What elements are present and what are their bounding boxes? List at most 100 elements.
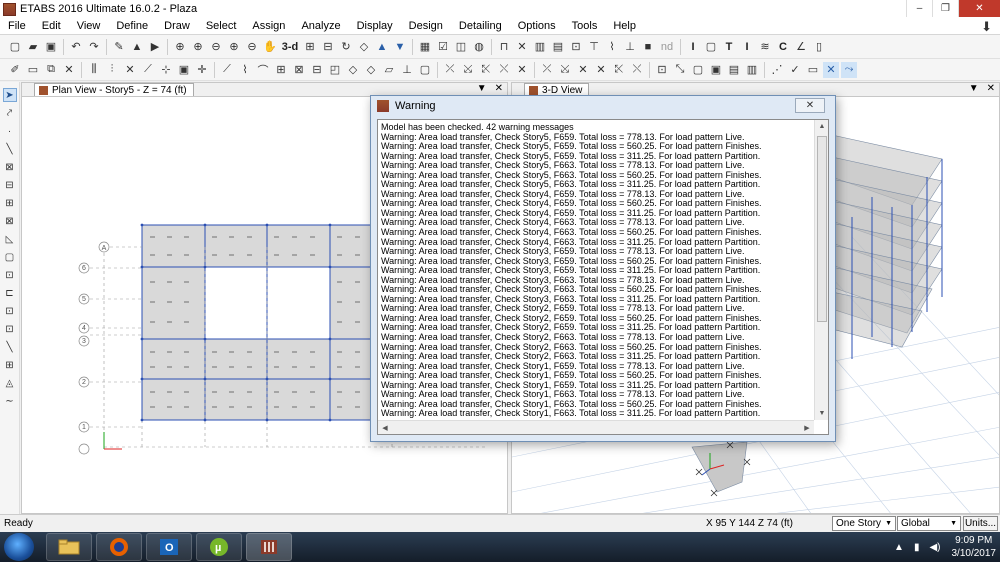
deck-icon[interactable]: ≋ [757,39,773,55]
run-analysis-icon[interactable]: ▶ [147,39,163,55]
menu-detailing[interactable]: Detailing [451,20,510,32]
draw-frame-icon[interactable]: ╲ [3,142,17,156]
warning-message-line[interactable]: Warning: Area load transfer, Check Story… [381,409,812,419]
line-draw-icon[interactable]: ⟋ [219,62,235,78]
warning-message-list[interactable]: Model has been checked. 42 warning messa… [381,123,812,420]
rotate-icon[interactable]: ↻ [338,39,354,55]
file-explorer-taskbar-icon[interactable] [46,533,92,561]
slab-icon[interactable]: ▤ [550,39,566,55]
shape-icon[interactable]: ▢ [417,62,433,78]
move-icon[interactable]: ✛ [194,62,210,78]
cross-snap-icon[interactable]: ⊠ [291,62,307,78]
undo-icon[interactable]: ↶ [68,39,84,55]
show-forces-icon[interactable]: ⤡ [672,62,688,78]
spring-icon[interactable]: ⌇ [604,39,620,55]
assign-load-icon[interactable]: ✕ [514,62,530,78]
select-point-icon[interactable]: ⋰ [769,62,785,78]
menu-tools[interactable]: Tools [564,20,606,32]
select-intersect-icon[interactable]: ✕ [823,61,839,78]
3d-view-menu-icon[interactable]: ▼ [969,83,979,94]
nd-button[interactable]: nd [658,39,676,55]
polyline-icon[interactable]: ⌇ [237,62,253,78]
select-window-icon[interactable]: ▭ [805,62,821,78]
menu-view[interactable]: View [69,20,109,32]
brace-icon[interactable]: ✕ [514,39,530,55]
zoom-in-icon[interactable]: ⊕ [190,39,206,55]
warning-dialog[interactable]: Warning ✕ Model has been checked. 42 war… [370,95,836,442]
close-window-button[interactable]: ✕ [958,0,1000,17]
brush-icon[interactable]: ✐ [7,62,23,78]
volume-icon[interactable]: ◀) [929,542,940,553]
assign-joint-icon[interactable]: ⤫ [442,62,458,78]
zoom-window-icon[interactable]: ⊕ [172,39,188,55]
scroll-down-icon[interactable]: ▼ [815,407,828,420]
zoom-restore-icon[interactable]: ⊖ [244,39,260,55]
units-button[interactable]: Units... [963,516,998,531]
menu-options[interactable]: Options [510,20,564,32]
vertical-scrollbar[interactable]: ▲ ▼ [814,120,828,420]
zoom-previous-icon[interactable]: ⊕ [226,39,242,55]
start-button[interactable] [4,533,34,561]
support-icon[interactable]: ⊥ [622,39,638,55]
show-frame-icon[interactable]: ▤ [726,62,742,78]
display-options-icon[interactable]: ◫ [453,39,469,55]
set-display-icon[interactable]: ☑ [435,39,451,55]
restore-button[interactable]: ❐ [932,0,958,17]
copy-icon[interactable]: ⧉ [43,62,59,78]
coordinate-system-select[interactable]: Global ▼ [897,516,961,531]
draw-dimension-icon[interactable]: ∼ [3,394,17,408]
assign-link-icon[interactable]: ⤬ [496,62,512,78]
view-3d-button[interactable]: 3-d [280,39,300,55]
beam-section-icon[interactable]: I [739,39,755,55]
draw-rect-floor-icon[interactable]: ▢ [3,250,17,264]
pointer-icon[interactable]: ➤ [2,88,17,102]
shell-section-icon[interactable]: ▢ [703,39,719,55]
grid-lines-icon[interactable]: ⊟ [309,62,325,78]
display-mode-icon[interactable]: ■ [640,39,656,55]
c-section-icon[interactable]: C [775,39,791,55]
open-icon[interactable]: ▰ [25,39,41,55]
menu-design[interactable]: Design [401,20,451,32]
redo-icon[interactable]: ↷ [86,39,102,55]
pencil-icon[interactable]: ✎ [111,39,127,55]
design-icon[interactable]: ▯ [811,39,827,55]
draw-opening-icon[interactable]: ⊡ [3,322,17,336]
firefox-taskbar-icon[interactable] [96,533,142,561]
zoom-out-icon[interactable]: ⊖ [208,39,224,55]
warning-dialog-close-button[interactable]: ✕ [795,98,825,113]
elevation-view-icon[interactable]: ⊟ [320,39,336,55]
utorrent-taskbar-icon[interactable]: µ [196,533,242,561]
clock[interactable]: 9:09 PM 3/10/2017 [952,534,997,560]
snap-icon[interactable]: ⟋ [140,62,156,78]
draw-column-icon[interactable]: ⊞ [3,196,17,210]
arc-icon[interactable]: ⌒ [255,62,271,78]
frame-icon[interactable]: ⊓ [496,39,512,55]
show-deformed-icon[interactable]: ⊡ [654,62,670,78]
scrollbar-thumb[interactable] [817,136,827,322]
draw-wall-stack-icon[interactable]: ⊡ [3,304,17,318]
clipboard-icon[interactable]: ▭ [25,62,41,78]
draw-joint-icon[interactable]: · [3,124,17,138]
diaphragm-icon[interactable]: ✕ [593,62,609,78]
object-shrink-icon[interactable]: ▦ [417,39,433,55]
layers-icon[interactable]: ◰ [327,62,343,78]
plan-view-close-icon[interactable]: ✕ [495,83,503,94]
3d-view-close-icon[interactable]: ✕ [987,83,995,94]
menu-edit[interactable]: Edit [34,20,69,32]
rigid-icon[interactable]: ✕ [575,62,591,78]
scroll-left-icon[interactable]: ◀ [378,421,392,434]
draw-wall-icon[interactable]: ⊏ [3,286,17,300]
perspective-icon[interactable]: ◇ [356,39,372,55]
menu-draw[interactable]: Draw [156,20,198,32]
i-section-icon[interactable]: I [685,39,701,55]
draw-brace-icon[interactable]: ⊠ [3,214,17,228]
lock-icon[interactable]: ▲ [129,39,145,55]
menu-help[interactable]: Help [605,20,644,32]
tab-plan-view[interactable]: Plan View - Story5 - Z = 74 (ft) [34,83,194,96]
offset-icon[interactable]: ⤩ [557,62,573,78]
menu-file[interactable]: File [0,20,34,32]
scroll-right-icon[interactable]: ▶ [800,421,814,434]
minimize-button[interactable]: – [906,0,932,17]
move-down-icon[interactable]: ▼ [392,39,408,55]
plan-view-menu-icon[interactable]: ▼ [477,83,487,94]
